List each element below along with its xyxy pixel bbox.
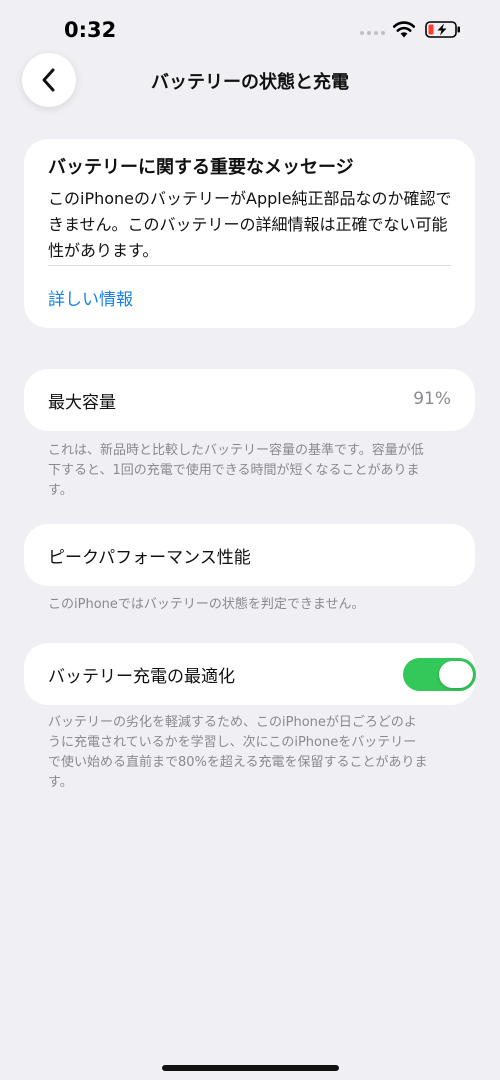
battery-message-card: バッテリーに関する重要なメッセージ このiPhoneのバッテリーがApple純正… [24,139,475,328]
status-time: 0:32 [64,18,117,42]
message-body: このiPhoneのバッテリーがApple純正部品なのか確認できません。このバッテ… [48,189,452,260]
learn-more-link[interactable]: 詳しい情報 [48,285,133,310]
message-title: バッテリーに関する重要なメッセージ [48,157,354,178]
status-bar: 0:32 [0,0,500,60]
max-capacity-value: 91% [413,389,451,409]
optimized-charging-label: バッテリー充電の最適化 [48,667,235,687]
message-divider [48,265,451,266]
peak-performance-footnote: このiPhoneではバッテリーの状態を判定できません。 [48,597,365,612]
peak-performance-row: ピークパフォーマンス性能 [24,524,475,586]
optimized-charging-row: バッテリー充電の最適化 [24,643,476,705]
home-indicator[interactable] [162,1065,339,1071]
optimized-charging-toggle[interactable] [403,658,476,691]
optimized-charging-footnote: バッテリーの劣化を軽減するため、このiPhoneが日ごろどのように充電されている… [48,715,428,790]
battery-charging-icon [425,21,460,38]
max-capacity-label: 最大容量 [48,393,116,413]
max-capacity-footnote: これは、新品時と比較したバッテリー容量の基準です。容量が低下すると、1回の充電で… [48,443,424,498]
max-capacity-row: 最大容量 91% [24,369,475,431]
wifi-icon [392,21,416,38]
toggle-knob [439,661,473,688]
signal-dots-icon [360,31,385,35]
peak-performance-label: ピークパフォーマンス性能 [48,548,251,568]
page-title: バッテリーの状態と充電 [151,72,349,93]
